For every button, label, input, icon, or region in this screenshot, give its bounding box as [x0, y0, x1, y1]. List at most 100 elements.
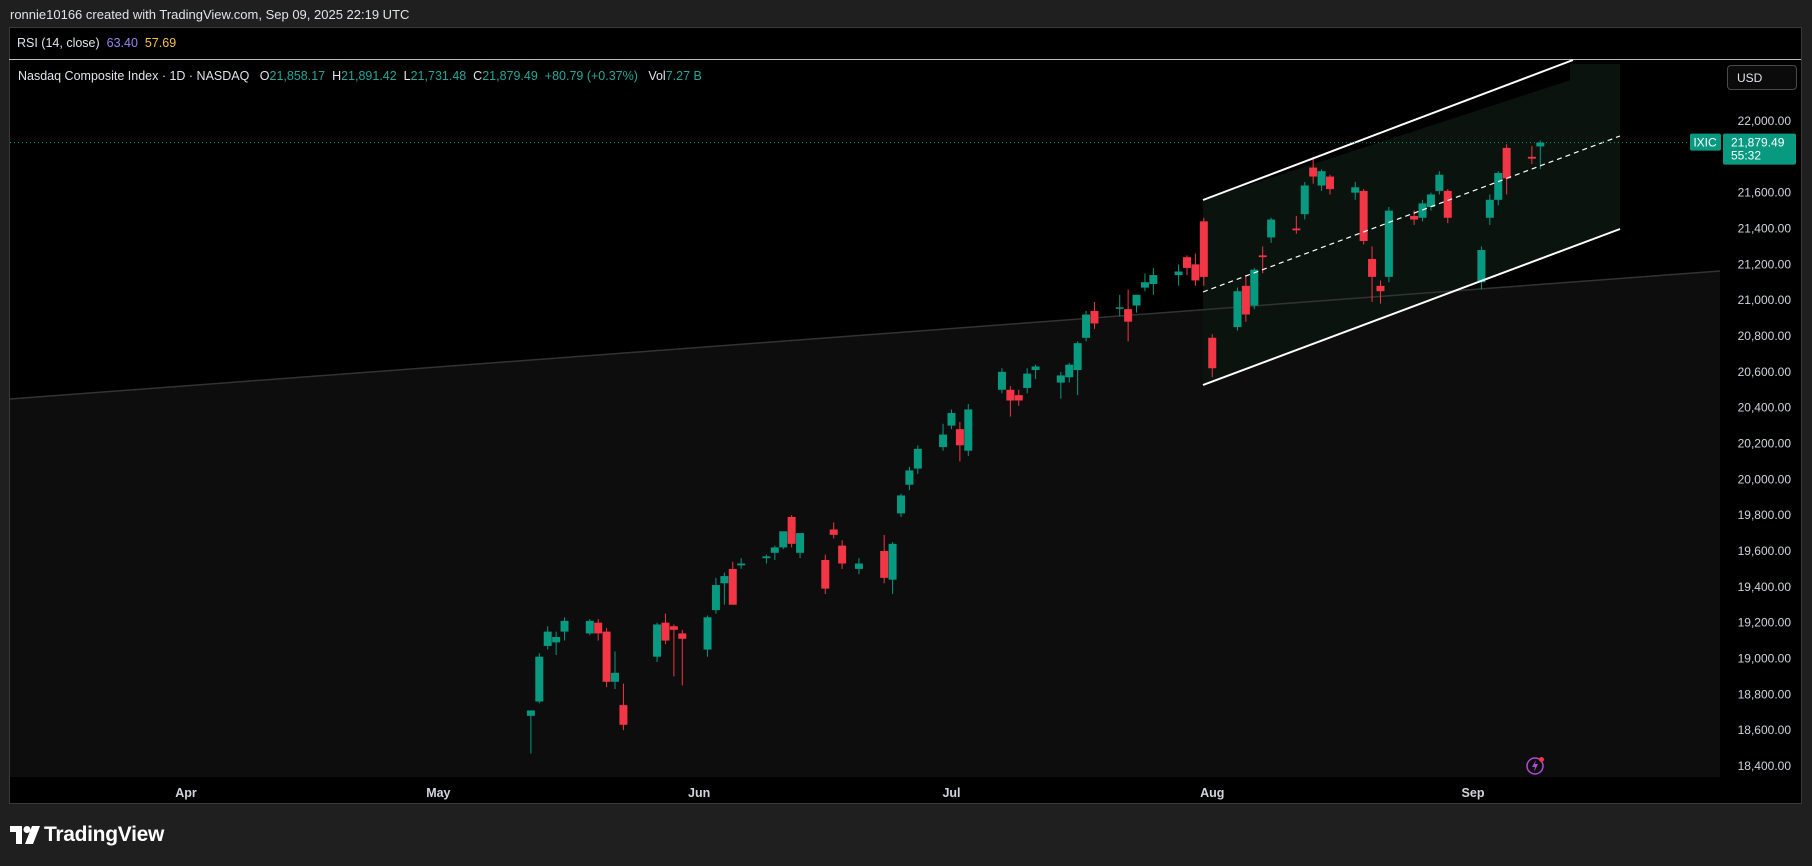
candle-body[interactable] [552, 637, 561, 643]
close-value: 21,879.49 [482, 69, 538, 83]
candle-body[interactable] [787, 516, 796, 544]
candle-body[interactable] [678, 633, 687, 639]
tradingview-logo[interactable]: TradingView [10, 822, 164, 848]
candle-body[interactable] [1502, 147, 1511, 179]
candle-body[interactable] [1359, 190, 1368, 242]
candle-body[interactable] [838, 545, 847, 564]
candle-body[interactable] [880, 551, 889, 578]
candle-body[interactable] [711, 585, 720, 611]
candle-body[interactable] [1241, 285, 1250, 315]
candle-body[interactable] [728, 568, 737, 605]
x-tick-label: Apr [175, 786, 197, 800]
candle-body[interactable] [1477, 250, 1486, 283]
price-chart[interactable]: 18,400.00 18,600.00 18,800.00 19,000.00 19,2… [0, 0, 1812, 866]
candle-body[interactable] [905, 470, 914, 485]
candle-body[interactable] [854, 563, 863, 569]
candle-body[interactable] [770, 547, 779, 553]
candle-body[interactable] [1485, 199, 1494, 218]
candle-body[interactable] [821, 559, 830, 589]
candle-body[interactable] [1124, 309, 1133, 322]
candle-body[interactable] [1309, 167, 1318, 177]
candle-body[interactable] [611, 672, 619, 682]
candle-body[interactable] [1435, 174, 1444, 191]
candle-body[interactable] [594, 622, 603, 634]
candle-body[interactable] [703, 617, 712, 650]
low-value: 21,731.48 [410, 69, 467, 83]
candle-body[interactable] [762, 556, 771, 559]
candle-body[interactable] [1073, 343, 1082, 371]
candle-body[interactable] [1536, 142, 1545, 147]
candle-body[interactable] [1023, 373, 1032, 388]
candle-body[interactable] [1300, 185, 1309, 215]
candle-body[interactable] [585, 620, 594, 634]
candle-body[interactable] [1006, 389, 1015, 401]
candle-body[interactable] [720, 576, 729, 584]
candle-body[interactable] [1326, 176, 1334, 190]
candle-body[interactable] [796, 533, 805, 553]
candle-body[interactable] [737, 563, 746, 566]
candle-body[interactable] [1014, 395, 1023, 401]
candle-body[interactable] [560, 620, 569, 632]
candle-body[interactable] [888, 543, 897, 580]
candle-body[interactable] [1115, 307, 1124, 309]
candle-body[interactable] [955, 429, 964, 446]
candle-body[interactable] [1199, 221, 1208, 277]
candle-body[interactable] [1258, 255, 1267, 258]
candle-body[interactable] [1149, 275, 1158, 285]
candle-body[interactable] [1418, 203, 1427, 218]
candle-body[interactable] [1384, 210, 1393, 277]
x-tick-label: May [426, 786, 450, 800]
candle-body[interactable] [1351, 187, 1360, 193]
candle-body[interactable] [602, 631, 611, 682]
candle-body[interactable] [669, 626, 678, 630]
candle-body[interactable] [653, 624, 662, 657]
candle-body[interactable] [1250, 269, 1259, 306]
candle-body[interactable] [1174, 271, 1183, 276]
candle-body[interactable] [1208, 337, 1217, 369]
x-tick-label: Sep [1462, 786, 1485, 800]
candle-body[interactable] [1494, 172, 1503, 200]
volume-key: Vol [648, 69, 666, 83]
candle-body[interactable] [1317, 171, 1326, 186]
candle-body[interactable] [543, 631, 552, 646]
candle-body[interactable] [1292, 228, 1301, 231]
lightning-icon[interactable] [1525, 754, 1547, 776]
candle-body[interactable] [1376, 285, 1385, 292]
candle-body[interactable] [1368, 258, 1377, 277]
change-value: +80.79 (+0.37%) [544, 69, 638, 83]
candle-body[interactable] [947, 413, 956, 426]
candle-body[interactable] [661, 622, 670, 641]
candle-body[interactable] [1183, 257, 1191, 268]
candle-body[interactable] [964, 409, 973, 451]
y-tick-label: 20,400.00 [1738, 401, 1792, 415]
candle-body[interactable] [535, 656, 544, 702]
price-tag-value: 21,879.49 [1731, 136, 1785, 150]
candle-body[interactable] [1267, 219, 1276, 238]
candle-body[interactable] [829, 529, 838, 535]
candle-body[interactable] [526, 710, 535, 716]
close-key: C [473, 69, 483, 83]
candle-body[interactable] [1140, 282, 1149, 288]
candle-body[interactable] [1233, 291, 1242, 328]
candle-body[interactable] [1443, 190, 1452, 218]
candle-body[interactable] [1056, 375, 1065, 383]
candle-body[interactable] [913, 448, 922, 469]
candle-body[interactable] [1031, 366, 1040, 371]
candle-body[interactable] [997, 371, 1006, 390]
candle-body[interactable] [1410, 215, 1419, 220]
y-tick-label: 19,200.00 [1738, 616, 1792, 630]
symbol-tag-label: IXIC [1693, 136, 1717, 150]
candle-body[interactable] [897, 495, 905, 514]
candle-body[interactable] [1065, 364, 1074, 378]
candle-body[interactable] [1191, 264, 1200, 281]
y-tick-label: 19,600.00 [1738, 544, 1792, 558]
candle-body[interactable] [1090, 310, 1099, 324]
candle-body[interactable] [1527, 156, 1536, 159]
open-value: 21,858.17 [269, 69, 326, 83]
candle-body[interactable] [619, 705, 628, 725]
currency-button[interactable]: USD [1727, 65, 1797, 90]
candle-body[interactable] [1132, 294, 1141, 306]
candle-body[interactable] [1082, 314, 1091, 338]
candle-body[interactable] [939, 434, 948, 448]
candle-body[interactable] [779, 531, 788, 548]
